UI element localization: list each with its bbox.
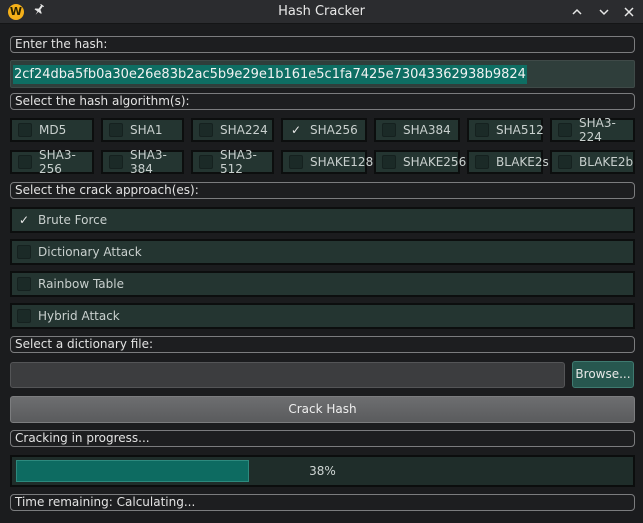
- algorithm-checkbox-sha3-224[interactable]: SHA3-224: [550, 116, 635, 144]
- algorithm-checkbox-blake2s[interactable]: BLAKE2s: [467, 150, 549, 174]
- checkbox-box: [18, 123, 32, 137]
- checkbox-box: [558, 123, 572, 137]
- checkmark-icon: ✓: [18, 213, 30, 227]
- title-bar: W Hash Cracker: [0, 0, 643, 24]
- checkbox-box: [18, 155, 32, 169]
- algorithm-checkbox-shake128[interactable]: SHAKE128: [281, 150, 373, 174]
- algorithm-checkbox-md5[interactable]: MD5: [10, 118, 94, 142]
- close-icon: [624, 7, 634, 17]
- algorithm-label: SHA384: [403, 123, 451, 137]
- chevron-up-icon: [572, 8, 582, 15]
- checkmark-icon: ✓: [290, 123, 302, 137]
- algorithm-checkbox-sha3-256[interactable]: SHA3-256: [10, 148, 94, 176]
- checkbox-box: [109, 123, 123, 137]
- algorithm-checkbox-blake2b[interactable]: BLAKE2b: [550, 150, 635, 174]
- approach-checkbox-hybrid-attack[interactable]: Hybrid Attack: [10, 303, 635, 329]
- approach-checkbox-brute-force[interactable]: ✓ Brute Force: [10, 207, 635, 233]
- algorithm-label: BLAKE2s: [496, 155, 549, 169]
- progress-status-label: Cracking in progress...: [10, 430, 635, 447]
- algorithm-checkbox-sha1[interactable]: SHA1: [101, 118, 184, 142]
- algorithm-label: SHA224: [220, 123, 268, 137]
- algorithm-label: SHA3-256: [39, 148, 76, 176]
- crack-hash-button[interactable]: Crack Hash: [10, 396, 635, 423]
- progress-percent-text: 38%: [309, 464, 336, 478]
- hash-input-value: 2cf24dba5fb0a30e26e83b2ac5b9e29e1b161e5c…: [13, 65, 527, 84]
- chevron-down-icon: [599, 9, 609, 16]
- algorithm-label: SHA256: [310, 123, 358, 137]
- pin-icon[interactable]: [33, 3, 47, 21]
- checkbox-box: [382, 123, 396, 137]
- approach-label: Brute Force: [38, 213, 108, 227]
- algorithm-label: SHA3-512: [220, 148, 257, 176]
- approach-label: Hybrid Attack: [38, 309, 120, 323]
- dictionary-file-input[interactable]: [10, 362, 565, 388]
- checkbox-box: [289, 155, 303, 169]
- approach-label: Dictionary Attack: [38, 245, 142, 259]
- algorithm-checkbox-sha384[interactable]: SHA384: [374, 118, 460, 142]
- minimize-button[interactable]: [567, 2, 587, 22]
- checkbox-box: [199, 123, 213, 137]
- checkbox-box: [475, 123, 489, 137]
- checkbox-box: [109, 155, 123, 169]
- algorithm-section-label: Select the hash algorithm(s):: [10, 93, 635, 110]
- algorithm-label: SHA3-224: [579, 116, 616, 144]
- algorithm-checkbox-sha224[interactable]: SHA224: [191, 118, 274, 142]
- algorithm-checkbox-sha3-384[interactable]: SHA3-384: [101, 148, 184, 176]
- algorithm-label: SHAKE256: [403, 155, 467, 169]
- algorithm-label: BLAKE2b: [579, 155, 634, 169]
- algorithm-label: SHAKE128: [310, 155, 374, 169]
- checkbox-box: [17, 277, 31, 291]
- checkbox-box: [382, 155, 396, 169]
- checkbox-box: [558, 155, 572, 169]
- hash-section-label: Enter the hash:: [10, 36, 635, 53]
- hash-input[interactable]: 2cf24dba5fb0a30e26e83b2ac5b9e29e1b161e5c…: [10, 60, 635, 88]
- checkbox-box: [17, 309, 31, 323]
- window-title: Hash Cracker: [278, 4, 365, 19]
- algorithm-checkbox-sha256[interactable]: ✓ SHA256: [281, 118, 367, 142]
- algorithm-label: MD5: [39, 123, 67, 137]
- time-remaining-label: Time remaining: Calculating...: [10, 494, 635, 511]
- maximize-button[interactable]: [594, 2, 614, 22]
- algorithm-checkbox-sha3-512[interactable]: SHA3-512: [191, 148, 274, 176]
- algorithm-checkbox-shake256[interactable]: SHAKE256: [374, 150, 466, 174]
- close-button[interactable]: [619, 2, 639, 22]
- approach-checkbox-rainbow-table[interactable]: Rainbow Table: [10, 271, 635, 297]
- algorithm-label: SHA3-384: [130, 148, 167, 176]
- approach-label: Rainbow Table: [38, 277, 124, 291]
- algorithm-checkbox-sha512[interactable]: SHA512: [467, 118, 544, 142]
- algorithm-label: SHA512: [496, 123, 544, 137]
- checkbox-box: [475, 155, 489, 169]
- algorithm-label: SHA1: [130, 123, 163, 137]
- approach-checkbox-dictionary-attack[interactable]: Dictionary Attack: [10, 239, 635, 265]
- progress-bar: 38%: [10, 455, 635, 487]
- browse-button[interactable]: Browse...: [572, 361, 634, 388]
- checkbox-box: [17, 245, 31, 259]
- dictionary-section-label: Select a dictionary file:: [10, 336, 635, 353]
- app-logo-icon: W: [8, 4, 24, 20]
- checkbox-box: [199, 155, 213, 169]
- approach-section-label: Select the crack approach(es):: [10, 182, 635, 199]
